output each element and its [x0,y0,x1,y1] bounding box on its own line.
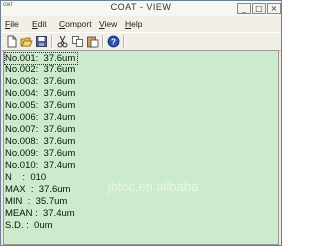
menu-help-label: elp [131,19,143,29]
toolbar-separator [102,35,104,48]
reading-line: No.010: 37.4um [5,160,76,171]
reading-line: No.008: 37.6um [5,136,76,147]
new-file-icon[interactable] [5,35,18,48]
watermark: jbtcc.en.alibaba [108,179,199,194]
copy-icon[interactable] [71,35,84,48]
measurement-document[interactable]: No.001: 37.6um No.002: 37.6um No.003: 37… [3,50,279,245]
stat-max: MAX : 37.6um [5,184,71,195]
menu-file[interactable]: File [5,19,19,29]
menu-edit-label: dit [37,19,47,29]
cut-icon[interactable] [56,35,69,48]
open-folder-icon[interactable] [20,35,33,48]
toolbar-separator [123,35,125,48]
stat-min: MIN : 35.7um [5,196,68,207]
svg-text:?: ? [111,38,116,47]
toolbar-separator [51,35,53,48]
stat-count: N : 010 [5,172,47,183]
title-bar[interactable]: COAT COAT - VIEW _ □ × [1,1,281,17]
reading-line: No.003: 37.6um [5,76,76,87]
save-icon[interactable] [35,35,48,48]
menu-bar: File Edit Comport View Help [1,16,281,32]
stat-sd: S.D. : 0um [5,220,53,231]
menu-edit[interactable]: Edit [32,19,47,29]
menu-comport-label: omport [65,19,92,29]
reading-line: No.007: 37.6um [5,124,76,135]
menu-help[interactable]: Help [125,19,142,29]
stat-mean: MEAN : 37.4um [5,208,75,219]
menu-view[interactable]: View [99,19,117,29]
reading-line: No.004: 37.6um [5,88,76,99]
minimize-button[interactable]: _ [237,3,251,14]
paste-icon[interactable] [86,35,99,48]
help-icon[interactable]: ? [107,35,120,48]
coat-view-window: COAT COAT - VIEW _ □ × File Edit Comport… [0,0,282,246]
reading-line: No.005: 37.6um [5,100,76,111]
menu-view-label: iew [104,19,118,29]
reading-line: No.006: 37.4um [5,112,76,123]
menu-comport[interactable]: Comport [59,19,92,29]
close-button[interactable]: × [267,3,281,14]
maximize-button[interactable]: □ [252,3,266,14]
toolbar: ? [1,32,281,51]
reading-line: No.002: 37.6um [5,64,76,75]
menu-file-label: ile [10,19,19,29]
reading-line: No.009: 37.6um [5,148,76,159]
